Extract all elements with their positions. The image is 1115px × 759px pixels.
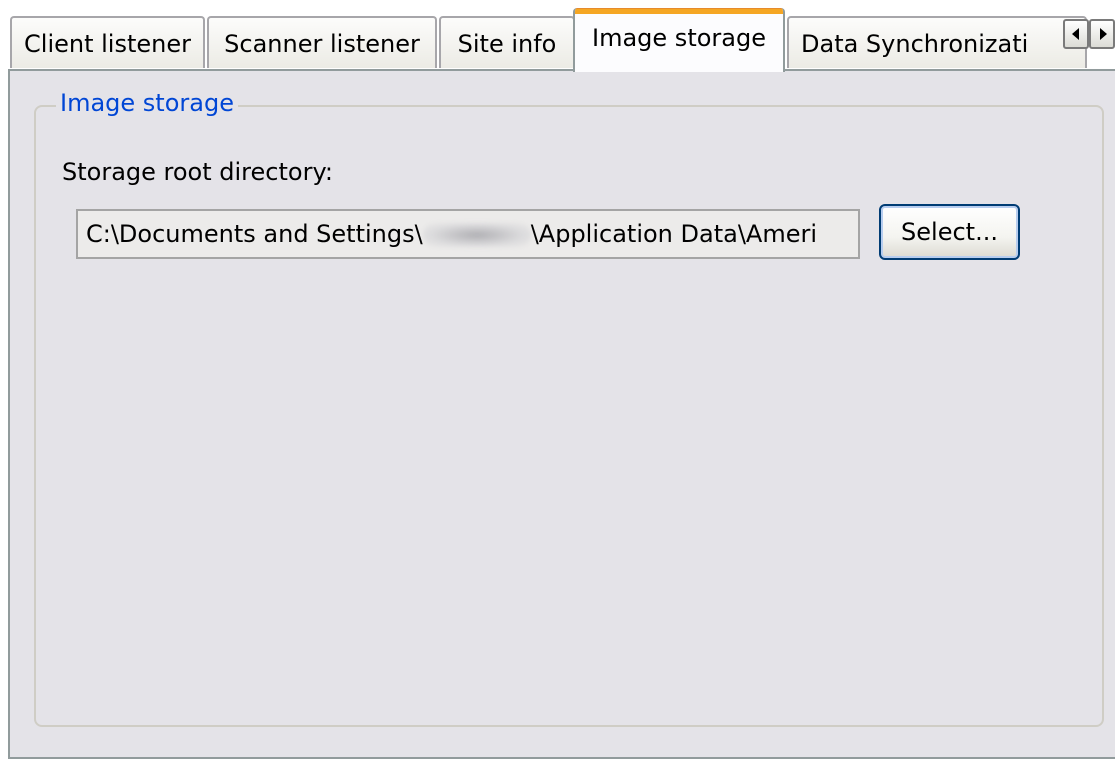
tab-scanner-listener[interactable]: Scanner listener [207, 16, 437, 68]
image-storage-groupbox [34, 105, 1104, 727]
path-prefix-text: C:\Documents and Settings\ [86, 220, 423, 248]
tab-scroll-right-button[interactable] [1089, 19, 1115, 49]
arrow-left-icon [1072, 28, 1079, 40]
tab-image-storage[interactable]: Image storage [573, 8, 785, 72]
redacted-username [422, 223, 531, 247]
arrow-right-icon [1100, 28, 1107, 40]
tab-site-info[interactable]: Site info [439, 16, 575, 68]
tab-scroll-left-button[interactable] [1063, 19, 1089, 49]
tab-data-synchronization[interactable]: Data Synchronizati [787, 16, 1087, 68]
tab-client-listener[interactable]: Client listener [10, 16, 205, 68]
storage-root-label: Storage root directory: [62, 158, 333, 186]
image-storage-page: Image storage Storage root directory: C:… [8, 69, 1115, 759]
path-suffix-text: \Application Data\Ameri [530, 220, 818, 248]
select-directory-button[interactable]: Select... [879, 204, 1020, 260]
groupbox-title: Image storage [56, 88, 238, 118]
tab-strip: Client listener Scanner listener Site in… [0, 0, 1115, 72]
storage-root-path-field[interactable]: C:\Documents and Settings\ \Application D… [76, 209, 860, 259]
